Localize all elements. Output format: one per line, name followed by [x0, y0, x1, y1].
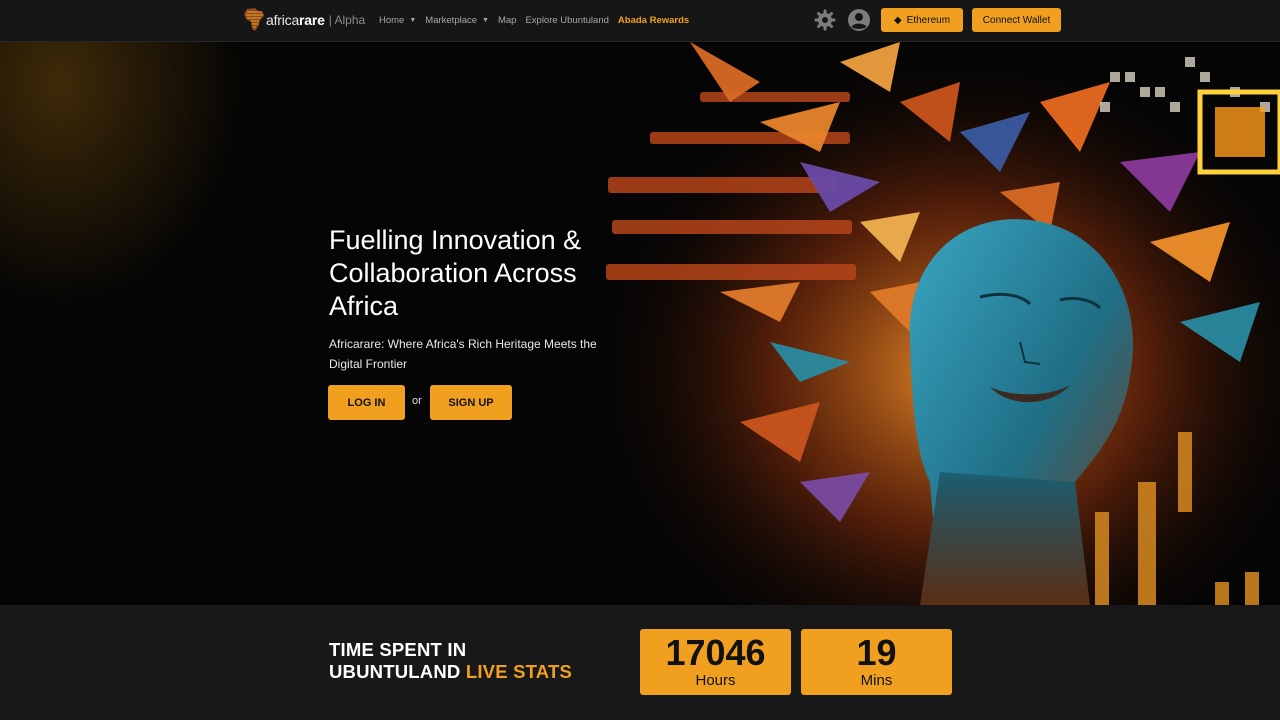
- menu-item-marketplace[interactable]: Marketplace ▼: [425, 15, 489, 26]
- top-nav: africarare | Alpha Home ▼ Marketplace ▼ …: [0, 0, 1280, 42]
- hero-title: Fuelling Innovation & Collaboration Acro…: [329, 225, 582, 321]
- connect-wallet-button[interactable]: Connect Wallet: [972, 8, 1061, 32]
- ethereum-icon: ◆: [893, 14, 902, 26]
- or-separator: or: [412, 395, 422, 407]
- hero-subtitle: Africarare: Where Africa's Rich Heritage…: [329, 337, 597, 371]
- network-ethereum-button[interactable]: ◆ Ethereum: [881, 8, 963, 32]
- live-stats-title: TIME SPENT IN UBUNTULAND LIVE STATS: [329, 639, 572, 682]
- africa-map-logo-icon: [244, 8, 264, 31]
- africarare-logo[interactable]: africarare | Alpha: [243, 6, 365, 34]
- hours-value: 17046: [665, 632, 766, 673]
- user-account-icon[interactable]: [847, 8, 871, 32]
- hours-stat-box: 17046 Hours: [640, 629, 791, 695]
- logo-alpha-tag: | Alpha: [328, 13, 366, 27]
- login-button[interactable]: LOG IN: [328, 385, 405, 420]
- menu-item-explore-ubuntuland[interactable]: Explore Ubuntuland: [525, 15, 608, 26]
- hero-section: Fuelling Innovation & Collaboration Acro…: [0, 42, 1280, 605]
- hours-label: Hours: [695, 672, 736, 689]
- chevron-down-icon: ▼: [482, 17, 489, 24]
- menu-item-map[interactable]: Map: [498, 15, 516, 26]
- live-stats-section: TIME SPENT IN UBUNTULAND LIVE STATS 1704…: [0, 605, 1280, 720]
- menu-item-home[interactable]: Home ▼: [379, 15, 416, 26]
- mins-value: 19: [856, 632, 897, 673]
- menu-item-abada-rewards[interactable]: Abada Rewards: [618, 15, 689, 26]
- mins-label: Mins: [860, 672, 893, 689]
- mins-stat-box: 19 Mins: [801, 629, 952, 695]
- signup-button[interactable]: SIGN UP: [430, 385, 512, 420]
- chevron-down-icon: ▼: [409, 17, 417, 24]
- logo-wordmark: africarare: [266, 12, 325, 28]
- hero-artwork-image: [580, 42, 1280, 605]
- main-menu: Home ▼ Marketplace ▼ Map Explore Ubuntul…: [379, 0, 698, 41]
- settings-gear-icon[interactable]: [813, 8, 837, 32]
